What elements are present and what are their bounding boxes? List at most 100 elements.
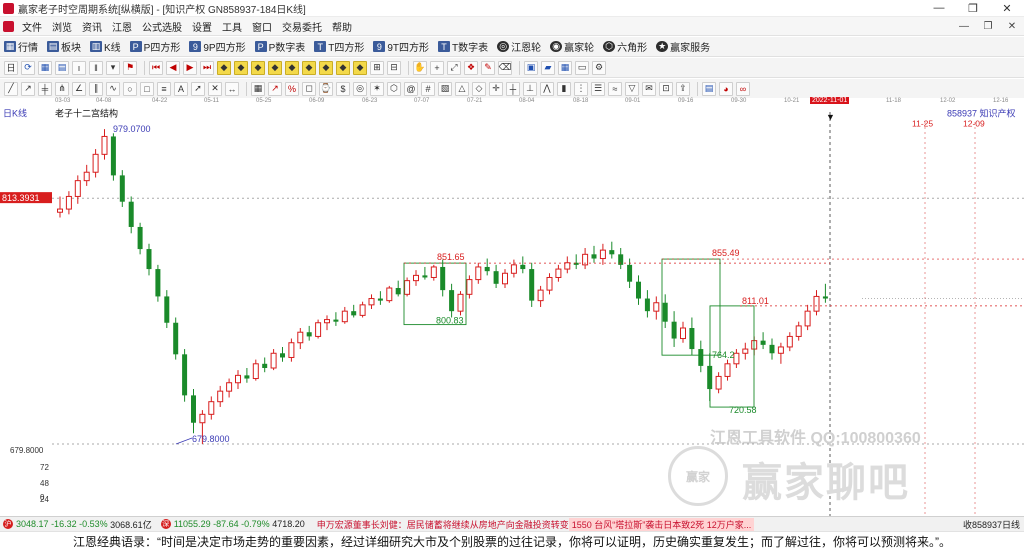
layers-icon[interactable]: ▤ [702,81,716,96]
cycle-tool-icon[interactable]: ○ [123,81,137,96]
list-tool-icon[interactable]: ☰ [591,81,605,96]
percent-icon[interactable]: % [285,81,299,96]
fan-tool-icon[interactable]: ⋔ [55,81,69,96]
menu-help[interactable]: 帮助 [327,19,357,34]
period-menu-icon[interactable]: 日 [4,60,18,75]
pyramid-tool-icon[interactable]: △ [455,81,469,96]
menu-settings[interactable]: 设置 [187,19,217,34]
truck-icon[interactable]: ▭ [575,60,589,75]
menu-file[interactable]: 文件 [17,19,47,34]
crosshair-icon[interactable]: + [430,60,444,75]
time-tool-icon[interactable]: ⌚ [319,81,333,96]
toolbar-hexagon-button[interactable]: ⬡ 六角形 [603,39,647,54]
trend-icon[interactable]: ↗ [268,81,282,96]
minimize-button[interactable]: — [922,0,956,16]
wave-tool-icon[interactable]: ∿ [106,81,120,96]
diamond-tool-8-icon[interactable]: ◆ [336,60,350,75]
wave2-tool-icon[interactable]: ≈ [608,81,622,96]
eraser-icon[interactable]: ⌫ [498,60,512,75]
diamond-tool-7-icon[interactable]: ◆ [319,60,333,75]
image-icon[interactable]: ▣ [524,60,538,75]
layout-icon[interactable]: ▦ [38,60,52,75]
triangle-tool-icon[interactable]: ▽ [625,81,639,96]
menu-tools[interactable]: 工具 [217,19,247,34]
grid-tool-icon[interactable]: ⊞ [370,60,384,75]
save-icon[interactable]: ▰ [541,60,555,75]
menu-browse[interactable]: 浏览 [47,19,77,34]
menu-trade[interactable]: 交易委托 [277,19,327,34]
price-tool-icon[interactable]: $ [336,81,350,96]
spiral-tool-icon[interactable]: @ [404,81,418,96]
news-ticker-1[interactable]: 申万宏源董事长刘健：居民储蓄将继续从房地产向金融投资转变 [317,518,569,531]
bar-icon[interactable]: ı [72,60,86,75]
grid-tool-2-icon[interactable]: ⊟ [387,60,401,75]
toolbar-service-button[interactable]: ★ 赢家服务 [656,39,710,54]
menu-gann[interactable]: 江恩 [107,19,137,34]
flag-icon[interactable]: ⚑ [123,60,137,75]
table-icon[interactable]: ▤ [55,60,69,75]
box-tool-icon[interactable]: □ [140,81,154,96]
square-tool-icon[interactable]: ◻ [302,81,316,96]
toolbar-t-table-button[interactable]: T T数字表 [438,39,488,54]
star-tool-icon[interactable]: ✶ [370,81,384,96]
child-restore-button[interactable]: ❐ [976,18,1000,34]
calendar-icon[interactable]: ▦ [558,60,572,75]
diamond-tool-5-icon[interactable]: ◆ [285,60,299,75]
toolbar-kline-button[interactable]: ▥ K线 [90,39,121,54]
toolbar-t-square-button[interactable]: T T四方形 [314,39,364,54]
hand-icon[interactable]: ✋ [413,60,427,75]
toolbar-p-table-button[interactable]: P P数字表 [254,39,305,54]
diamond-tool-2-icon[interactable]: ◆ [234,60,248,75]
step-forward-icon[interactable]: ▶ [183,60,197,75]
menu-info[interactable]: 资讯 [77,19,107,34]
arrow-tool-icon[interactable]: ➚ [191,81,205,96]
toolbar-9p-square-button[interactable]: 9 9P四方形 [189,39,246,54]
toolbar-quotes-button[interactable]: ▦ 行情 [4,39,38,54]
diamond-tool-9-icon[interactable]: ◆ [353,60,367,75]
toolbar-sectors-button[interactable]: ▤ 板块 [47,39,81,54]
fib-tool-icon[interactable]: ≡ [157,81,171,96]
brush-icon[interactable]: ✎ [481,60,495,75]
menu-window[interactable]: 窗口 [247,19,277,34]
jump-start-icon[interactable]: ⏮ [149,60,163,75]
menu-formula[interactable]: 公式选股 [137,19,187,34]
close-button[interactable]: ✕ [990,0,1024,16]
child-minimize-button[interactable]: — [952,18,976,34]
step-back-icon[interactable]: ◀ [166,60,180,75]
maximize-button[interactable]: ❐ [956,0,990,16]
note-tool-icon[interactable]: ✉ [642,81,656,96]
diamond-tool-3-icon[interactable]: ◆ [251,60,265,75]
cross-tool-icon[interactable]: ✕ [208,81,222,96]
sh-index-info[interactable]: 3048.17 -16.32 -0.53% 3068.61亿 [16,518,152,531]
text-tool-icon[interactable]: A [174,81,188,96]
toolbar-gann-wheel-button[interactable]: ◎ 江恩轮 [497,39,541,54]
child-close-button[interactable]: ✕ [1000,18,1024,34]
cube-tool-icon[interactable]: ▧ [438,81,452,96]
ruler-tool-icon[interactable]: ┼ [506,81,520,96]
scale-tool-icon[interactable]: ⊥ [523,81,537,96]
bars-tool-icon[interactable]: ▮ [557,81,571,96]
gift-icon[interactable]: ❖ [464,60,478,75]
diamond-tool-1-icon[interactable]: ◆ [217,60,231,75]
wheel-tool-icon[interactable]: ◎ [353,81,367,96]
export-tool-icon[interactable]: ⇪ [676,81,690,96]
channel-tool-icon[interactable]: ╪ [38,81,52,96]
diamond-tool-6-icon[interactable]: ◆ [302,60,316,75]
toolbar-9t-square-button[interactable]: 9 9T四方形 [373,39,429,54]
cross-grid-icon[interactable]: ✛ [489,81,503,96]
diamond-tool-4-icon[interactable]: ◆ [268,60,282,75]
parallel-tool-icon[interactable]: ∥ [89,81,103,96]
matrix-tool-icon[interactable]: ⋮ [574,81,588,96]
sync-icon[interactable]: ⟳ [21,60,35,75]
gann-grid-icon[interactable]: ▦ [251,81,265,96]
range-tool-icon[interactable]: ↔ [225,81,239,96]
zigzag-tool-icon[interactable]: ⋀ [540,81,554,96]
dropdown-icon[interactable]: ▾ [106,60,120,75]
calc-tool-icon[interactable]: # [421,81,435,96]
diamond-grid-icon[interactable]: ◇ [472,81,486,96]
hex-tool-icon[interactable]: ⬡ [387,81,401,96]
toolbar-p-square-button[interactable]: P P四方形 [129,39,180,54]
sz-index-info[interactable]: 11055.29 -87.64 -0.79% 4718.20 [174,519,305,529]
infinity-icon[interactable]: ∞ [736,81,750,96]
ray-tool-icon[interactable]: ↗ [21,81,35,96]
